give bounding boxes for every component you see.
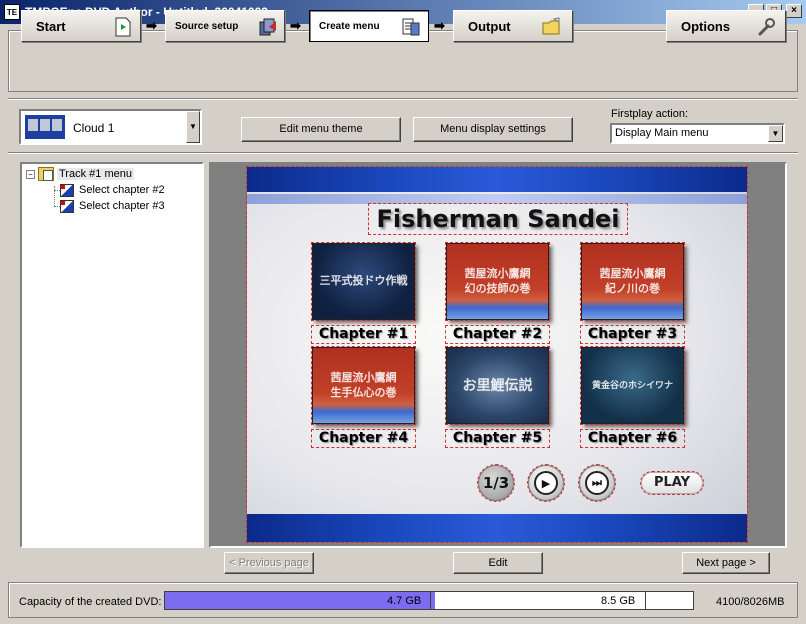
options-label: Options	[681, 18, 731, 34]
capacity-mark-label: 8.5 GB	[601, 595, 636, 607]
separator	[8, 98, 798, 100]
thumbnail-caption: 茜屋流小鷹網 幻の技師の巻	[464, 267, 531, 295]
chapter-icon	[60, 199, 74, 213]
tree-expander[interactable]: −	[26, 169, 35, 179]
step-arrow-icon: ➡	[290, 18, 301, 33]
chapter-4-thumbnail[interactable]: 茜屋流小鷹網 生手仏心の巻	[311, 346, 416, 425]
step-arrow-icon: ➡	[434, 18, 445, 33]
chapter-2-label[interactable]: Chapter #2	[445, 325, 550, 344]
menu-display-settings-button[interactable]: Menu display settings	[413, 117, 573, 142]
options-button[interactable]: Options	[666, 10, 786, 42]
document-play-icon	[115, 17, 131, 37]
firstplay-action-select[interactable]: Display Main menu ▼	[610, 123, 785, 144]
chapter-1-label[interactable]: Chapter #1	[311, 325, 416, 344]
capacity-bar: 4.7 GB 8.5 GB	[164, 591, 694, 610]
firstplay-action-value: Display Main menu	[615, 127, 709, 139]
thumbnail-caption: 黄金谷のホシイワナ	[591, 380, 673, 390]
top-band-light	[247, 194, 747, 204]
menu-theme-select[interactable]: Cloud 1 ▼	[19, 109, 202, 145]
source-setup-step-button[interactable]: Source setup	[165, 10, 285, 42]
edit-button[interactable]: Edit	[453, 552, 543, 574]
chapter-2-thumbnail[interactable]: 茜屋流小鷹網 幻の技師の巻	[445, 242, 550, 321]
create-menu-step-label: Create menu	[319, 20, 380, 32]
thumbnail-caption: 三平式投ドウ作戦	[319, 275, 408, 287]
thumbnail-caption: 茜屋流小鷹網 紀ノ川の巻	[599, 267, 666, 295]
thumbnail-caption: お里鯉伝説	[462, 377, 533, 393]
chapter-3-thumbnail[interactable]: 茜屋流小鷹網 紀ノ川の巻	[580, 242, 685, 321]
firstplay-action-label: Firstplay action:	[611, 108, 689, 120]
tree-item-track-menu[interactable]: − Track #1 menu	[26, 166, 134, 182]
wrench-icon	[758, 18, 775, 36]
menu-tree[interactable]: − Track #1 menu Select chapter #2 Select…	[20, 162, 204, 548]
chevron-down-icon[interactable]: ▼	[186, 111, 200, 143]
step-arrow-icon: ➡	[146, 18, 157, 33]
tree-item-label: Track #1 menu	[57, 168, 134, 180]
menu-canvas[interactable]: Fisherman Sandei 三平式投ドウ作戦 茜屋流小鷹網 幻の技師の巻 …	[246, 166, 748, 543]
menu-folder-icon	[38, 167, 54, 181]
chapter-icon	[60, 183, 74, 197]
theme-thumbnail	[25, 115, 65, 139]
play-button[interactable]: ▶	[527, 464, 565, 502]
chevron-down-icon[interactable]: ▼	[768, 125, 783, 142]
tree-item-chapter-3[interactable]: Select chapter #3	[60, 198, 165, 214]
chapter-4-label[interactable]: Chapter #4	[311, 429, 416, 448]
source-setup-step-label: Source setup	[175, 20, 239, 32]
page-indicator[interactable]: 1/3	[477, 464, 515, 502]
separator	[8, 152, 798, 154]
start-step-label: Start	[36, 18, 66, 34]
skip-forward-icon: ⏭	[585, 471, 609, 495]
output-step-button[interactable]: Output	[453, 10, 573, 42]
tree-item-chapter-2[interactable]: Select chapter #2	[60, 182, 165, 198]
bottom-band	[247, 514, 747, 542]
tree-item-label: Select chapter #2	[79, 184, 165, 196]
play-all-button[interactable]: PLAY	[640, 471, 704, 495]
tree-item-label: Select chapter #3	[79, 200, 165, 212]
create-menu-step-button[interactable]: Create menu	[309, 10, 429, 42]
previous-page-button[interactable]: < Previous page	[224, 552, 314, 574]
next-page-button[interactable]: Next page >	[682, 552, 770, 574]
thumbnail-caption: 茜屋流小鷹網 生手仏心の巻	[330, 371, 397, 399]
top-band	[247, 167, 747, 192]
app-icon: TE	[4, 4, 20, 20]
capacity-total: 4100/8026MB	[716, 596, 785, 608]
menu-title[interactable]: Fisherman Sandei	[368, 203, 628, 235]
film-stack-icon	[259, 18, 276, 36]
chapter-5-label[interactable]: Chapter #5	[445, 429, 550, 448]
chapter-5-thumbnail[interactable]: お里鯉伝説	[445, 346, 550, 425]
capacity-mark-label: 4.7 GB	[387, 595, 422, 607]
close-button[interactable]: ×	[786, 4, 802, 18]
theme-name: Cloud 1	[73, 121, 115, 135]
next-chapter-button[interactable]: ⏭	[578, 464, 616, 502]
output-step-label: Output	[468, 18, 511, 34]
chapter-6-label[interactable]: Chapter #6	[580, 429, 685, 448]
edit-menu-theme-button[interactable]: Edit menu theme	[241, 117, 401, 142]
menu-documents-icon	[402, 18, 420, 36]
start-step-button[interactable]: Start	[21, 10, 141, 42]
chapter-3-label[interactable]: Chapter #3	[580, 325, 685, 344]
capacity-marker-4-7	[430, 592, 431, 609]
play-icon: ▶	[534, 471, 558, 495]
capacity-label: Capacity of the created DVD:	[19, 596, 162, 608]
chapter-1-thumbnail[interactable]: 三平式投ドウ作戦	[311, 242, 416, 321]
chapter-6-thumbnail[interactable]: 黄金谷のホシイワナ	[580, 346, 685, 425]
capacity-marker-8-5	[645, 592, 646, 609]
folder-icon	[542, 17, 560, 35]
